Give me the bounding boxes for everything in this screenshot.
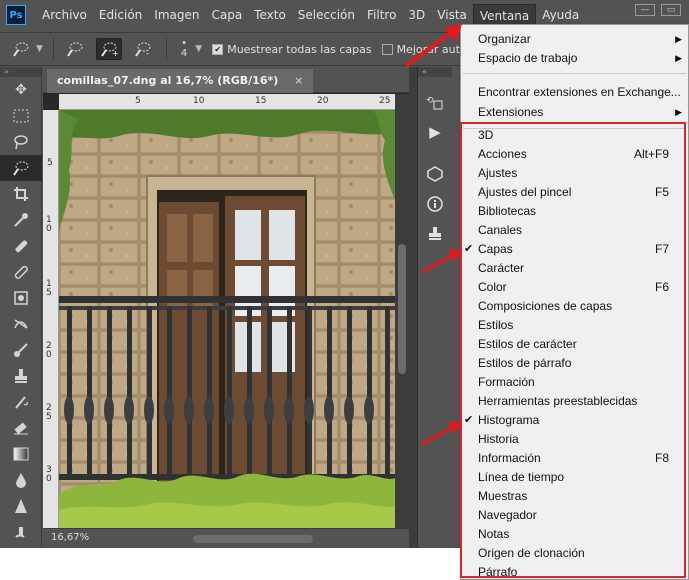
auto-enhance-checkbox[interactable] bbox=[381, 43, 393, 55]
window-controls: — ▭ bbox=[635, 4, 681, 16]
info-icon[interactable] bbox=[418, 189, 452, 219]
svg-text:+: + bbox=[112, 49, 118, 57]
sample-all-layers-checkbox[interactable]: ✔ bbox=[212, 43, 224, 55]
panel-collapse-icon[interactable]: » bbox=[0, 67, 41, 77]
divider bbox=[165, 38, 167, 60]
healing-brush-tool-icon[interactable] bbox=[0, 233, 42, 259]
ruler-label: 15 bbox=[255, 96, 267, 106]
tools-panel: » ✥ bbox=[0, 67, 42, 548]
dodge-tool-icon[interactable] bbox=[0, 519, 42, 545]
lasso-tool-icon[interactable] bbox=[0, 129, 42, 155]
sample-all-layers-label: Muestrear todas las capas bbox=[227, 42, 372, 56]
brush-size-value: 4 bbox=[180, 48, 188, 59]
3d-panel-icon[interactable] bbox=[418, 159, 452, 189]
menu-archivo[interactable]: Archivo bbox=[36, 4, 93, 26]
crop-tool-icon[interactable] bbox=[0, 181, 42, 207]
document-tab-title: comillas_07.dng al 16,7% (RGB/16*) bbox=[57, 74, 279, 87]
menu-selecci-n[interactable]: Selección bbox=[292, 4, 361, 26]
ruler-label: 2 0 bbox=[46, 341, 52, 360]
ruler-label: 10 bbox=[193, 96, 205, 106]
panel-gap bbox=[409, 67, 417, 548]
panel-dock: « ⟲ ▶ bbox=[417, 67, 452, 548]
submenu-arrow-icon: ▶ bbox=[675, 107, 682, 117]
ruler-label: 20 bbox=[317, 96, 329, 106]
document-tab-bar: comillas_07.dng al 16,7% (RGB/16*) × bbox=[43, 67, 409, 93]
brush-tool-icon[interactable] bbox=[0, 259, 42, 285]
menu-item-extensiones[interactable]: Extensiones ▶ bbox=[461, 103, 688, 122]
sharpen-tool-icon[interactable] bbox=[0, 493, 42, 519]
ruler-label: 5 bbox=[135, 96, 141, 106]
gradient-tool-icon[interactable] bbox=[0, 441, 42, 467]
balcony-photo bbox=[59, 110, 395, 528]
menu-item-label: Encontrar extensiones en Exchange... bbox=[478, 85, 681, 99]
annotation-arrow-icon bbox=[404, 24, 462, 68]
menu-filtro[interactable]: Filtro bbox=[361, 4, 402, 26]
ruler-label: 3 0 bbox=[46, 465, 52, 484]
divider bbox=[52, 38, 54, 60]
status-bar: 16,67% bbox=[43, 528, 409, 548]
eyedropper-tool-icon[interactable] bbox=[0, 207, 42, 233]
menu-item-label: Espacio de trabajo bbox=[478, 51, 578, 65]
new-selection-icon[interactable] bbox=[62, 38, 88, 60]
marquee-tool-icon[interactable] bbox=[0, 103, 42, 129]
eraser-tool-icon[interactable] bbox=[0, 415, 42, 441]
ruler-label: 2 5 bbox=[46, 403, 52, 422]
horizontal-scrollbar[interactable] bbox=[193, 535, 313, 543]
menu-ayuda[interactable]: Ayuda bbox=[536, 4, 585, 26]
art-history-brush-tool-icon[interactable] bbox=[0, 389, 42, 415]
ruler-label: 1 5 bbox=[46, 279, 52, 298]
submenu-arrow-icon: ▶ bbox=[675, 34, 682, 44]
scrollbar-thumb[interactable] bbox=[398, 244, 406, 374]
chevron-down-icon[interactable]: ▼ bbox=[195, 44, 202, 54]
annotation-arrow-icon bbox=[421, 422, 462, 446]
add-to-selection-icon[interactable]: + bbox=[95, 38, 122, 60]
horizontal-ruler: 5 10 15 20 25 bbox=[59, 94, 395, 110]
history-panel-icon[interactable]: ⟲ bbox=[418, 87, 452, 117]
menu-item-label: Organizar bbox=[478, 32, 531, 46]
vertical-scrollbar[interactable] bbox=[395, 94, 409, 528]
menu-item-espacio-de-trabajo[interactable]: Espacio de trabajo ▶ bbox=[461, 49, 688, 68]
menu-items: Archivo Edición Imagen Capa Texto Selección Fi… bbox=[36, 4, 585, 26]
vertical-ruler: 5 1 0 1 5 2 0 2 5 3 0 bbox=[43, 110, 59, 528]
maximize-icon[interactable]: ▭ bbox=[661, 4, 681, 16]
image-canvas[interactable] bbox=[59, 110, 395, 528]
brush-size-picker[interactable]: • 4 bbox=[181, 39, 187, 59]
svg-text:-: - bbox=[146, 49, 149, 57]
clone-stamp-tool-icon[interactable] bbox=[0, 363, 42, 389]
subtract-from-selection-icon[interactable]: - bbox=[130, 38, 156, 60]
menu-separator bbox=[463, 73, 686, 74]
stamp-tool-icon[interactable] bbox=[0, 285, 42, 311]
paint-brush-tool-icon[interactable] bbox=[0, 337, 42, 363]
clone-source-panel-icon[interactable] bbox=[418, 219, 452, 249]
quick-selection-tool-icon[interactable] bbox=[0, 155, 42, 181]
document-area: comillas_07.dng al 16,7% (RGB/16*) × 5 1… bbox=[43, 67, 409, 548]
menu-item-organizar[interactable]: Organizar ▶ bbox=[461, 30, 688, 49]
chevron-down-icon[interactable]: ▼ bbox=[36, 44, 43, 54]
actions-panel-icon[interactable]: ▶ bbox=[418, 117, 452, 147]
ruler-label: 25 bbox=[379, 96, 391, 106]
menu-item-label: Extensiones bbox=[478, 105, 544, 119]
submenu-arrow-icon: ▶ bbox=[675, 53, 682, 63]
history-brush-tool-icon[interactable] bbox=[0, 311, 42, 337]
menu-edici-n[interactable]: Edición bbox=[93, 4, 148, 26]
move-tool-icon[interactable]: ✥ bbox=[0, 77, 42, 103]
document-tab[interactable]: comillas_07.dng al 16,7% (RGB/16*) × bbox=[47, 69, 314, 93]
menu-item-encontrar-extensiones-en-exchange[interactable]: Encontrar extensiones en Exchange... bbox=[461, 83, 688, 102]
menu-ventana[interactable]: Ventana bbox=[472, 4, 537, 26]
minimize-icon[interactable]: — bbox=[635, 4, 655, 16]
blur-tool-icon[interactable] bbox=[0, 467, 42, 493]
zoom-level[interactable]: 16,67% bbox=[51, 532, 89, 543]
annotation-highlight-box bbox=[460, 122, 686, 578]
menu-capa[interactable]: Capa bbox=[205, 4, 248, 26]
ruler-label: 1 0 bbox=[46, 215, 52, 234]
menu-imagen[interactable]: Imagen bbox=[148, 4, 205, 26]
close-icon[interactable]: × bbox=[294, 74, 303, 87]
svg-text:⟲: ⟲ bbox=[426, 96, 434, 106]
quick-selection-tool-icon[interactable] bbox=[8, 38, 34, 60]
ruler-label: 5 bbox=[47, 158, 53, 168]
photoshop-logo: Ps bbox=[6, 5, 26, 25]
annotation-arrow-icon bbox=[421, 250, 462, 274]
menu-texto[interactable]: Texto bbox=[248, 4, 292, 26]
